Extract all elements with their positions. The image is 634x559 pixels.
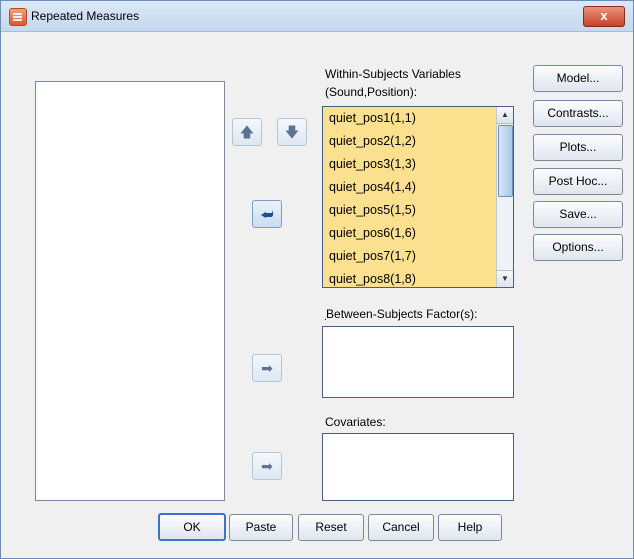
arrow-up-icon: 🡅: [239, 124, 255, 140]
move-left-icon: ⮨: [260, 206, 274, 222]
title-bar: Repeated Measures x: [1, 1, 633, 32]
options-button[interactable]: Options...: [533, 234, 623, 261]
ok-button[interactable]: OK: [158, 513, 226, 541]
repeated-measures-dialog: Repeated Measures x 🡅 🡇 ⮨ ➡ ➡ Within-Sub…: [0, 0, 634, 559]
move-within-button[interactable]: ⮨: [252, 200, 282, 228]
scroll-down-icon[interactable]: ▼: [497, 270, 513, 287]
covariates-list[interactable]: [322, 433, 514, 501]
between-subjects-label: BBetween-Subjects Factor(s):: [325, 307, 478, 321]
list-item[interactable]: quiet_pos2(1,2): [323, 130, 513, 153]
move-right-icon: ➡: [261, 360, 273, 376]
reset-button[interactable]: Reset: [298, 514, 364, 541]
list-item[interactable]: quiet_pos8(1,8): [323, 268, 513, 287]
list-item[interactable]: quiet_pos7(1,7): [323, 245, 513, 268]
spss-app-icon: [9, 8, 27, 26]
arrow-down-icon: 🡇: [284, 124, 300, 140]
within-subjects-sublabel: (Sound,Position):: [325, 85, 418, 99]
within-subjects-label: Within-Subjects Variables: [325, 67, 461, 81]
cancel-button[interactable]: Cancel: [368, 514, 434, 541]
list-item[interactable]: quiet_pos1(1,1): [323, 107, 513, 130]
close-button[interactable]: x: [583, 6, 625, 27]
scroll-up-icon[interactable]: ▲: [497, 107, 513, 124]
move-down-button[interactable]: 🡇: [277, 118, 307, 146]
between-subjects-label-text: Between-Subjects Factor(s):: [326, 307, 478, 321]
move-covariates-button[interactable]: ➡: [252, 452, 282, 480]
list-item[interactable]: quiet_pos3(1,3): [323, 153, 513, 176]
between-subjects-list[interactable]: [322, 326, 514, 398]
move-right-icon: ➡: [261, 458, 273, 474]
plots-button[interactable]: Plots...: [533, 134, 623, 161]
within-subjects-list[interactable]: quiet_pos1(1,1) quiet_pos2(1,2) quiet_po…: [322, 106, 514, 288]
move-between-button[interactable]: ➡: [252, 354, 282, 382]
covariates-label: Covariates:: [325, 415, 386, 429]
move-up-button[interactable]: 🡅: [232, 118, 262, 146]
model-button[interactable]: Model...: [533, 65, 623, 92]
list-item[interactable]: quiet_pos5(1,5): [323, 199, 513, 222]
contrasts-button[interactable]: Contrasts...: [533, 100, 623, 127]
scroll-thumb[interactable]: [498, 125, 513, 197]
within-list-scrollbar[interactable]: ▲ ▼: [496, 107, 513, 287]
save-button[interactable]: Save...: [533, 201, 623, 228]
list-item[interactable]: quiet_pos6(1,6): [323, 222, 513, 245]
window-title: Repeated Measures: [31, 9, 140, 23]
help-button[interactable]: Help: [438, 514, 502, 541]
post-hoc-button[interactable]: Post Hoc...: [533, 168, 623, 195]
paste-button[interactable]: Paste: [229, 514, 293, 541]
source-variable-list[interactable]: [35, 81, 225, 501]
list-item[interactable]: quiet_pos4(1,4): [323, 176, 513, 199]
